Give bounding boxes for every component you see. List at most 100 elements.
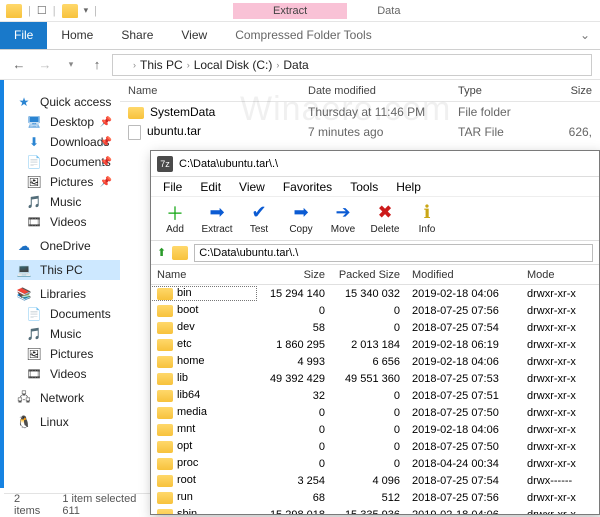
chevron-icon[interactable]: › (276, 60, 279, 70)
file-row[interactable]: SystemDataThursday at 11:46 PMFile folde… (120, 102, 600, 122)
qat-button[interactable]: ☐ (37, 4, 47, 17)
sidebar-item-lib-pictures[interactable]: Pictures (4, 344, 120, 364)
sidebar-linux[interactable]: Linux (4, 412, 120, 432)
toolbar-copy-button[interactable]: ➡Copy (281, 203, 321, 235)
column-size[interactable]: Size (540, 85, 600, 97)
tab-view[interactable]: View (167, 22, 221, 49)
column-name[interactable]: Name (120, 85, 300, 97)
document-icon (26, 155, 42, 169)
column-date[interactable]: Date modified (300, 85, 450, 97)
sidebar-network[interactable]: Network (4, 388, 120, 408)
qat-dropdown[interactable]: ▾ (84, 5, 89, 16)
libraries-icon: 📚 (16, 287, 32, 301)
qat-button[interactable] (62, 4, 78, 18)
sidebar-item-lib-videos[interactable]: Videos (4, 364, 120, 384)
menu-help[interactable]: Help (388, 178, 429, 196)
menu-file[interactable]: File (155, 178, 190, 196)
archive-row[interactable]: opt002018-07-25 07:50drwxr-xr-x (151, 438, 599, 455)
pc-icon (16, 263, 32, 277)
archive-row[interactable]: boot002018-07-25 07:56drwxr-xr-x (151, 302, 599, 319)
toolbar-add-button[interactable]: ＋Add (155, 203, 195, 235)
sevenzip-toolbar: ＋Add➡Extract✔Test➡Copy➔Move✖DeleteℹInfo (151, 197, 599, 241)
column-size[interactable]: Size (256, 269, 331, 281)
tab-compressed-tools[interactable]: Compressed Folder Tools (221, 22, 386, 49)
file-row[interactable]: ubuntu.tar7 minutes agoTAR File626, (120, 122, 600, 142)
sevenzip-address-input[interactable] (194, 244, 593, 262)
sevenzip-titlebar[interactable]: 7z C:\Data\ubuntu.tar\.\ (151, 151, 599, 177)
archive-row[interactable]: run685122018-07-25 07:56drwxr-xr-x (151, 489, 599, 506)
chevron-icon[interactable]: › (133, 60, 136, 70)
pin-icon: 📌 (100, 177, 112, 188)
column-name[interactable]: Name (151, 269, 256, 281)
recent-locations-icon[interactable]: ▾ (60, 54, 82, 76)
sidebar-item-videos[interactable]: Videos (4, 212, 120, 232)
contextual-tab-header: Extract (233, 3, 347, 19)
archive-row[interactable]: media002018-07-25 07:50drwxr-xr-x (151, 404, 599, 421)
ribbon-expand-icon[interactable]: ⌄ (570, 22, 600, 49)
sidebar-item-lib-documents[interactable]: Documents (4, 304, 120, 324)
archive-row[interactable]: home4 9936 6562019-02-18 04:06drwxr-xr-x (151, 353, 599, 370)
up-button[interactable]: ↑ (86, 54, 108, 76)
status-item-count: 2 items (14, 493, 48, 517)
archive-row[interactable]: root3 2544 0962018-07-25 07:54drwx------ (151, 472, 599, 489)
sevenzip-addressbar: ⬆ (151, 241, 599, 265)
pin-icon: 📌 (100, 157, 112, 168)
delete-icon: ✖ (377, 203, 392, 223)
address-bar[interactable]: › This PC › Local Disk (C:) › Data (112, 54, 592, 76)
breadcrumb[interactable]: Data (281, 58, 310, 72)
archive-row[interactable]: mnt002019-02-18 04:06drwxr-xr-x (151, 421, 599, 438)
file-icon (128, 125, 141, 140)
breadcrumb[interactable]: This PC (138, 58, 185, 72)
tab-home[interactable]: Home (47, 22, 107, 49)
folder-icon (172, 246, 188, 260)
explorer-titlebar: | ☐ | ▾ | Extract Data (0, 0, 600, 22)
archive-row[interactable]: lib643202018-07-25 07:51drwxr-xr-x (151, 387, 599, 404)
folder-icon (157, 407, 173, 419)
archive-row[interactable]: etc1 860 2952 013 1842019-02-18 06:19drw… (151, 336, 599, 353)
archive-row[interactable]: bin15 294 14015 340 0322019-02-18 04:06d… (151, 285, 599, 302)
sidebar-quick-access[interactable]: ★Quick access (4, 92, 120, 112)
breadcrumb[interactable]: Local Disk (C:) (192, 58, 275, 72)
test-icon: ✔ (251, 203, 266, 223)
sidebar-this-pc[interactable]: This PC (4, 260, 120, 280)
sidebar-libraries[interactable]: 📚Libraries (4, 284, 120, 304)
tab-file[interactable]: File (0, 22, 47, 49)
sevenzip-title: C:\Data\ubuntu.tar\.\ (179, 158, 278, 170)
forward-button[interactable]: → (34, 54, 56, 76)
star-icon: ★ (16, 95, 32, 109)
toolbar-test-button[interactable]: ✔Test (239, 203, 279, 235)
column-modified[interactable]: Modified (406, 269, 521, 281)
folder-icon (157, 373, 173, 385)
menu-view[interactable]: View (231, 178, 273, 196)
sidebar-onedrive[interactable]: OneDrive (4, 236, 120, 256)
pin-icon: 📌 (100, 117, 112, 128)
toolbar-move-button[interactable]: ➔Move (323, 203, 363, 235)
column-mode[interactable]: Mode (521, 269, 591, 281)
menu-tools[interactable]: Tools (342, 178, 386, 196)
up-icon[interactable]: ⬆ (157, 246, 166, 259)
archive-row[interactable]: dev5802018-07-25 07:54drwxr-xr-x (151, 319, 599, 336)
sidebar-item-documents[interactable]: Documents📌 (4, 152, 120, 172)
folder-icon (157, 322, 173, 334)
chevron-icon[interactable]: › (187, 60, 190, 70)
desktop-icon: 🖥 (26, 115, 42, 129)
archive-row[interactable]: lib49 392 42949 551 3602018-07-25 07:53d… (151, 370, 599, 387)
toolbar-extract-button[interactable]: ➡Extract (197, 203, 237, 235)
video-icon (26, 215, 42, 229)
sidebar-item-music[interactable]: Music (4, 192, 120, 212)
sidebar-item-lib-music[interactable]: Music (4, 324, 120, 344)
archive-row[interactable]: sbin15 298 01815 335 9362019-02-18 04:06… (151, 506, 599, 514)
sidebar-item-downloads[interactable]: Downloads📌 (4, 132, 120, 152)
toolbar-info-button[interactable]: ℹInfo (407, 203, 447, 235)
menu-favorites[interactable]: Favorites (275, 178, 340, 196)
sidebar-item-pictures[interactable]: Pictures📌 (4, 172, 120, 192)
back-button[interactable]: ← (8, 54, 30, 76)
menu-edit[interactable]: Edit (192, 178, 229, 196)
archive-row[interactable]: proc002018-04-24 00:34drwxr-xr-x (151, 455, 599, 472)
sidebar-item-desktop[interactable]: 🖥Desktop📌 (4, 112, 120, 132)
tab-share[interactable]: Share (107, 22, 167, 49)
column-packed[interactable]: Packed Size (331, 269, 406, 281)
toolbar-delete-button[interactable]: ✖Delete (365, 203, 405, 235)
folder-icon (157, 288, 173, 300)
column-type[interactable]: Type (450, 85, 540, 97)
